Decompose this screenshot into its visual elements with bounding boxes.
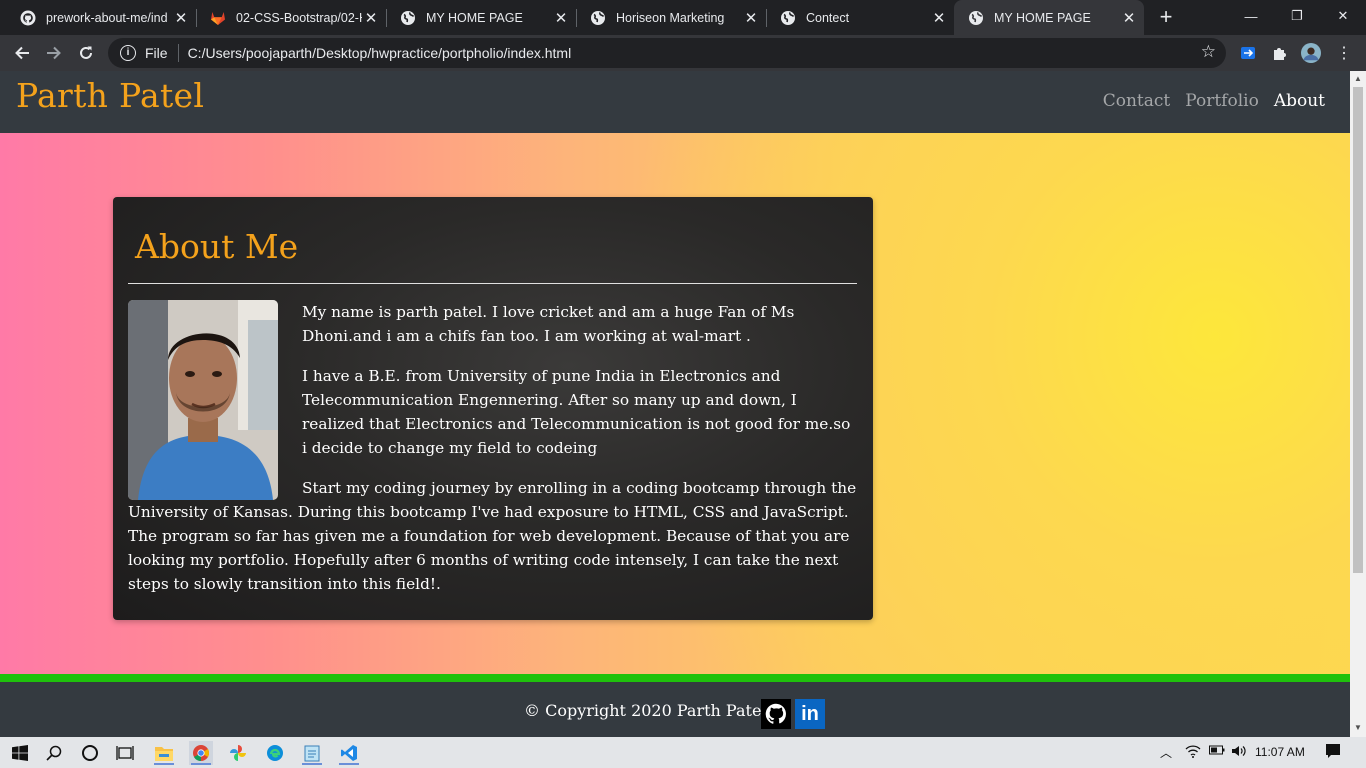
- site-header: Parth Patel Contact Portfolio About: [0, 71, 1350, 133]
- running-indicator: [302, 763, 322, 765]
- close-tab-icon[interactable]: ✕: [362, 9, 380, 27]
- close-tab-icon[interactable]: ✕: [552, 9, 570, 27]
- close-tab-icon[interactable]: ✕: [930, 9, 948, 27]
- search-icon[interactable]: [42, 741, 66, 765]
- forward-button[interactable]: [40, 39, 68, 67]
- gitlab-icon: [211, 11, 225, 25]
- reload-icon: [80, 46, 92, 59]
- tab-title: MY HOME PAGE: [994, 10, 1091, 25]
- photo-spacer: [128, 300, 278, 500]
- restore-button[interactable]: ❐: [1274, 0, 1320, 32]
- scroll-up-icon[interactable]: ▲: [1354, 74, 1362, 83]
- nav-link-contact[interactable]: Contact: [1103, 91, 1171, 111]
- tab-title: 02-CSS-Bootstrap/02-H: [236, 10, 362, 25]
- tab-horiseon-marketing[interactable]: Horiseon Marketing ✕: [576, 0, 766, 35]
- nav-link-about[interactable]: About: [1274, 91, 1325, 111]
- scroll-down-icon[interactable]: ▼: [1354, 723, 1362, 732]
- tab-my-home-page-active[interactable]: MY HOME PAGE ✕: [954, 0, 1144, 35]
- notepad-icon[interactable]: [300, 741, 324, 765]
- close-tab-icon[interactable]: ✕: [1120, 9, 1138, 27]
- app-pinwheel-icon[interactable]: [226, 741, 250, 765]
- puzzle-icon[interactable]: [1270, 43, 1290, 63]
- footer-copyright: © Copyright 2020 Parth Patel: [524, 701, 767, 720]
- notifications-icon[interactable]: [1325, 743, 1341, 762]
- page-viewport: Parth Patel Contact Portfolio About Abou…: [0, 71, 1350, 737]
- tab-contect[interactable]: Contect ✕: [766, 0, 954, 35]
- site-nav: Contact Portfolio About: [1103, 91, 1325, 111]
- tab-title: prework-about-me/ind: [46, 10, 168, 25]
- more-menu-icon[interactable]: ⋮: [1334, 43, 1354, 63]
- wifi-icon[interactable]: [1185, 744, 1201, 761]
- globe-icon: [969, 10, 983, 25]
- about-card: About Me My name is parth patel. I love …: [113, 197, 873, 620]
- back-arrow-icon: [15, 46, 29, 60]
- tab-prework-about-me[interactable]: prework-about-me/ind ✕: [6, 0, 196, 35]
- address-divider: [177, 44, 179, 62]
- task-view-icon[interactable]: [113, 741, 137, 765]
- chrome-icon[interactable]: [189, 741, 213, 765]
- globe-icon: [591, 10, 605, 25]
- tray-chevron-icon[interactable]: ︿: [1160, 744, 1172, 761]
- back-button[interactable]: [8, 39, 36, 67]
- close-tab-icon[interactable]: ✕: [172, 9, 190, 27]
- heading-divider: [128, 283, 857, 284]
- globe-icon: [401, 10, 415, 25]
- taskbar-clock[interactable]: 11:07 AM: [1255, 745, 1305, 759]
- cortana-icon[interactable]: [78, 741, 102, 765]
- browser-tab-strip: prework-about-me/ind ✕ 02-CSS-Bootstrap/…: [0, 0, 1366, 35]
- linkedin-link-icon[interactable]: in: [795, 699, 825, 729]
- github-link-icon[interactable]: [761, 699, 791, 729]
- page-scrollbar[interactable]: ▲ ▼: [1350, 71, 1366, 737]
- volume-icon[interactable]: [1231, 744, 1247, 761]
- battery-icon[interactable]: [1209, 744, 1225, 759]
- browser-toolbar: i File C:/Users/poojaparth/Desktop/hwpra…: [0, 35, 1366, 71]
- about-heading: About Me: [135, 227, 299, 266]
- close-window-button[interactable]: ✕: [1320, 0, 1366, 32]
- running-indicator: [191, 763, 211, 765]
- minimize-button[interactable]: —: [1228, 0, 1274, 32]
- scrollbar-thumb[interactable]: [1353, 87, 1363, 573]
- site-brand[interactable]: Parth Patel: [16, 76, 204, 115]
- tab-title: MY HOME PAGE: [426, 10, 523, 25]
- profile-avatar[interactable]: [1301, 43, 1321, 63]
- bookmark-star-icon[interactable]: ☆: [1201, 42, 1216, 62]
- footer-accent-line: [0, 674, 1350, 682]
- close-tab-icon[interactable]: ✕: [742, 9, 760, 27]
- tab-title: Horiseon Marketing: [616, 10, 725, 25]
- windows-start-icon[interactable]: [8, 741, 32, 765]
- tab-my-home-page[interactable]: MY HOME PAGE ✕: [386, 0, 576, 35]
- vscode-icon[interactable]: [337, 741, 361, 765]
- github-icon: [20, 10, 36, 25]
- info-icon[interactable]: i: [120, 45, 136, 61]
- address-url[interactable]: C:/Users/poojaparth/Desktop/hwpractice/p…: [188, 45, 572, 61]
- forward-arrow-icon: [47, 46, 61, 60]
- site-footer: © Copyright 2020 Parth Patel in: [0, 682, 1350, 737]
- address-scheme-label: File: [145, 45, 168, 61]
- address-bar[interactable]: i File C:/Users/poojaparth/Desktop/hwpra…: [108, 38, 1226, 68]
- file-explorer-icon[interactable]: [152, 741, 176, 765]
- extension-icon[interactable]: [1238, 43, 1258, 63]
- windows-taskbar: ︿ 11:07 AM: [0, 737, 1366, 768]
- tab-title: Contect: [806, 10, 850, 25]
- reload-button[interactable]: [72, 39, 100, 67]
- running-indicator: [154, 763, 174, 765]
- globe-icon: [781, 10, 795, 25]
- running-indicator: [339, 763, 359, 765]
- edge-icon[interactable]: [263, 741, 287, 765]
- about-text: My name is parth patel. I love cricket a…: [128, 300, 858, 612]
- new-tab-button[interactable]: +: [1154, 4, 1178, 30]
- nav-link-portfolio[interactable]: Portfolio: [1185, 91, 1259, 111]
- tab-css-bootstrap[interactable]: 02-CSS-Bootstrap/02-H ✕: [196, 0, 386, 35]
